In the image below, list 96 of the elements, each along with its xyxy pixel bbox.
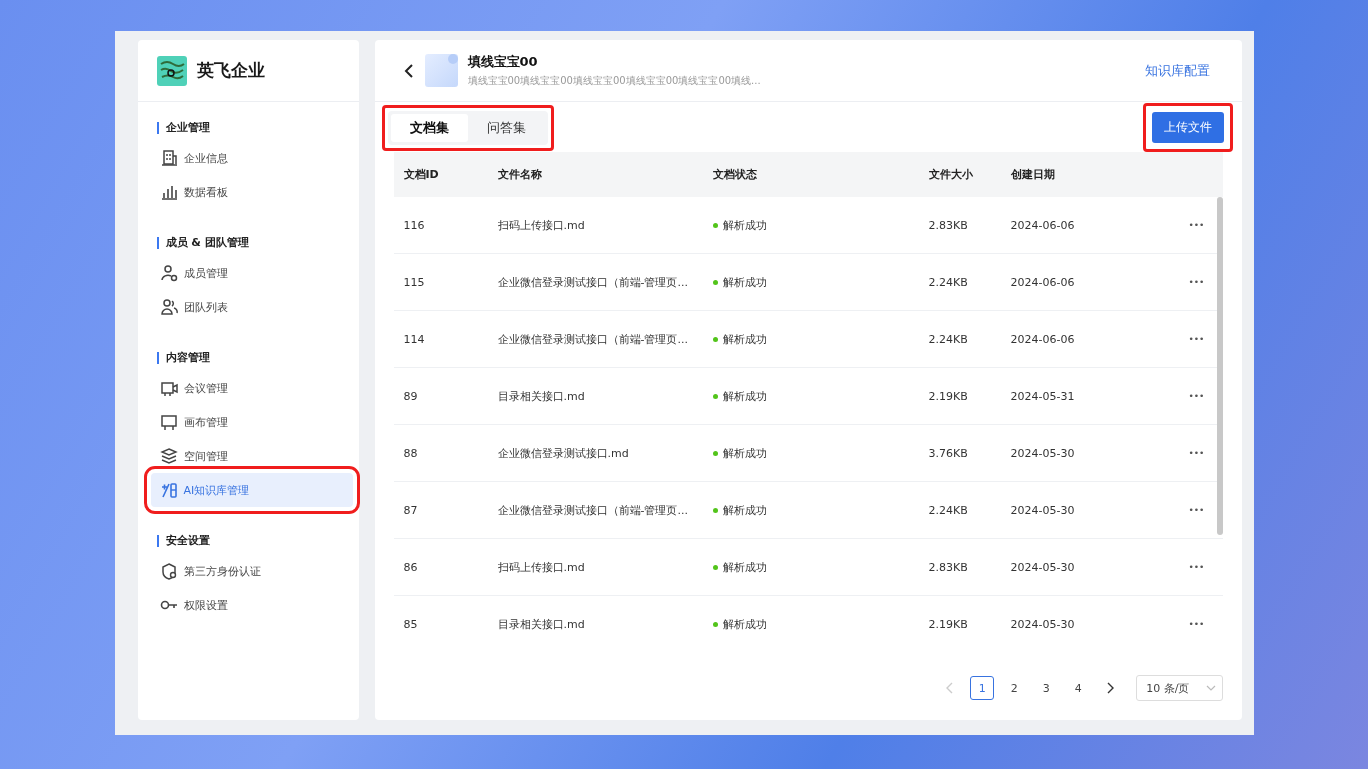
nav-item[interactable]: 画布管理 xyxy=(150,405,353,439)
file-name: 目录相关接口.md xyxy=(497,616,586,632)
page-button[interactable]: 1 xyxy=(970,676,995,700)
table-cell-text: 87 xyxy=(403,503,419,517)
nav-icon xyxy=(159,183,178,201)
nav-item[interactable]: 会议管理 xyxy=(150,371,353,405)
status-dot xyxy=(712,621,718,627)
tab[interactable]: 文档集 xyxy=(390,113,468,142)
nav-item[interactable]: 团队列表 xyxy=(150,290,353,324)
table-cell-text: 3.76KB xyxy=(928,446,969,460)
page-button[interactable]: 2 xyxy=(1002,676,1027,700)
file-name: 企业微信登录测试接口（前端-管理页... xyxy=(497,331,689,347)
upload-button[interactable]: 上传文件 xyxy=(1151,112,1224,143)
chevron-left-icon xyxy=(946,682,955,694)
file-name: 企业微信登录测试接口（前端-管理页... xyxy=(497,274,689,290)
nav-group-title: 安全设置 xyxy=(156,535,359,547)
status-dot xyxy=(712,279,718,285)
status-text: 解析成功 xyxy=(722,502,767,518)
status-text: 解析成功 xyxy=(722,388,767,404)
file-name: 扫码上传接口.md xyxy=(497,217,586,233)
status-text: 解析成功 xyxy=(722,217,767,233)
table-cell-text: 85 xyxy=(403,617,419,631)
table-cell-text: 86 xyxy=(403,560,419,574)
status-dot xyxy=(712,507,718,513)
nav-icon xyxy=(159,413,178,431)
table-cell-text: 88 xyxy=(403,446,419,460)
page-button[interactable]: 3 xyxy=(1034,676,1059,700)
status-dot xyxy=(712,336,718,342)
chevron-down-icon xyxy=(1205,685,1216,691)
column-header: 创建日期 xyxy=(1010,167,1056,182)
table-cell-text: 2024-06-06 xyxy=(1010,218,1076,232)
status-dot xyxy=(712,222,718,228)
status-text: 解析成功 xyxy=(722,274,767,290)
table-cell-text: 89 xyxy=(403,389,419,403)
table-cell-text: 2.19KB xyxy=(928,389,969,403)
knowledge-base-description: 填线宝宝00填线宝宝00填线宝宝00填线宝宝00填线宝宝00填线... xyxy=(467,74,761,88)
status-dot xyxy=(712,393,718,399)
status-dot xyxy=(712,450,718,456)
table-cell-text: 115 xyxy=(403,275,426,289)
nav-item[interactable]: 成员管理 xyxy=(150,256,353,290)
back-icon[interactable] xyxy=(402,62,415,79)
column-header: 文档状态 xyxy=(712,167,758,182)
knowledge-base-title: 填线宝宝00 xyxy=(467,53,539,71)
nav-icon xyxy=(159,562,178,580)
column-header: 文档ID xyxy=(403,167,440,182)
file-name: 企业微信登录测试接口.md xyxy=(497,445,630,461)
nav-icon xyxy=(159,481,178,499)
table-cell-text: 2024-05-31 xyxy=(1010,389,1076,403)
nav-icon xyxy=(159,379,178,397)
file-name: 企业微信登录测试接口（前端-管理页... xyxy=(497,502,689,518)
table-cell-text: 2.24KB xyxy=(928,332,969,346)
status-dot xyxy=(712,564,718,570)
nav-icon xyxy=(159,149,178,167)
tab[interactable]: 问答集 xyxy=(467,113,545,142)
more-button[interactable]: ••• xyxy=(1170,562,1223,572)
table-cell-text: 116 xyxy=(403,218,426,232)
nav-item[interactable]: 企业信息 xyxy=(150,141,353,175)
page-button[interactable]: 4 xyxy=(1066,676,1091,700)
nav-item[interactable]: 数据看板 xyxy=(150,175,353,209)
table-cell-text: 2.83KB xyxy=(928,560,969,574)
nav-item[interactable]: 第三方身份认证 xyxy=(150,554,353,588)
file-name: 扫码上传接口.md xyxy=(497,559,586,575)
nav-item[interactable]: 空间管理 xyxy=(150,439,353,473)
thumbnail-icon xyxy=(424,54,458,87)
table-cell-text: 2.24KB xyxy=(928,503,969,517)
nav-icon xyxy=(159,264,178,282)
table-cell-text: 2024-06-06 xyxy=(1010,332,1076,346)
nav-group-title: 内容管理 xyxy=(156,352,359,364)
table-cell-text: 2024-06-06 xyxy=(1010,275,1076,289)
chevron-right-icon xyxy=(1106,682,1115,694)
scrollbar-thumb[interactable] xyxy=(1216,197,1223,535)
more-button[interactable]: ••• xyxy=(1170,619,1223,629)
table-cell-text: 2.83KB xyxy=(928,218,969,232)
brand-name: 英飞企业 xyxy=(196,59,265,82)
table-cell-text: 2024-05-30 xyxy=(1010,503,1076,517)
file-name: 目录相关接口.md xyxy=(497,388,586,404)
nav-group-title: 成员 & 团队管理 xyxy=(156,237,359,249)
table-cell-text: 2.19KB xyxy=(928,617,969,631)
page-size-select[interactable]: 10 条/页 xyxy=(1136,675,1223,701)
nav-icon xyxy=(159,298,178,316)
status-text: 解析成功 xyxy=(722,445,767,461)
status-text: 解析成功 xyxy=(722,559,767,575)
table-cell-text: 2.24KB xyxy=(928,275,969,289)
column-header: 文件名称 xyxy=(497,167,543,182)
config-link[interactable]: 知识库配置 xyxy=(1144,61,1210,80)
nav-icon xyxy=(159,447,178,465)
status-text: 解析成功 xyxy=(722,616,767,632)
table-cell-text: 114 xyxy=(403,332,426,346)
status-text: 解析成功 xyxy=(722,331,767,347)
logo-icon xyxy=(156,55,187,86)
table-cell-text: 2024-05-30 xyxy=(1010,617,1076,631)
nav-item[interactable]: 权限设置 xyxy=(150,588,353,622)
table-cell-text: 2024-05-30 xyxy=(1010,560,1076,574)
table-cell-text: 2024-05-30 xyxy=(1010,446,1076,460)
column-header: 文件大小 xyxy=(928,167,974,182)
nav-group-title: 企业管理 xyxy=(156,122,359,134)
